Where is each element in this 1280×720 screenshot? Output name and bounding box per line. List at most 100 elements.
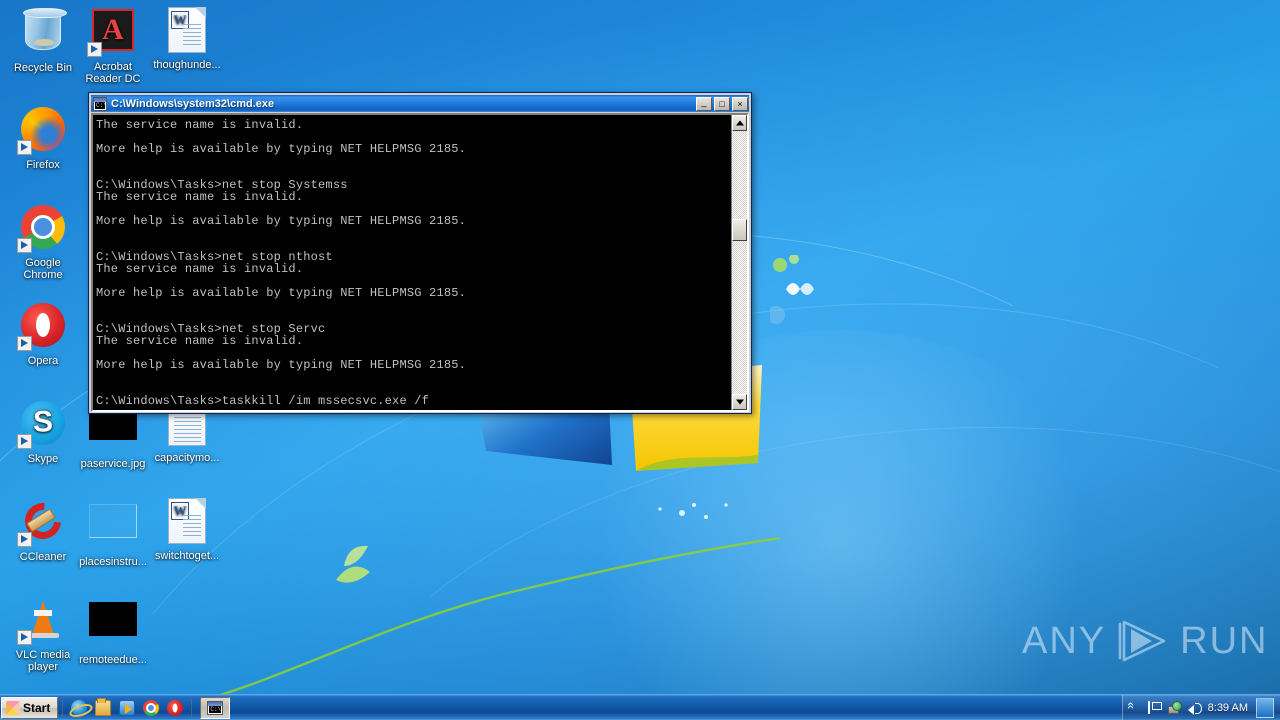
console-output[interactable]: The service name is invalid. More help i… bbox=[93, 115, 731, 410]
desktop-icon-acrobat-reader[interactable]: A Acrobat Reader DC bbox=[76, 6, 150, 85]
shortcut-arrow-icon bbox=[17, 336, 32, 351]
image-file-icon bbox=[89, 504, 137, 552]
minimize-icon: _ bbox=[701, 96, 707, 107]
system-tray[interactable]: 8:39 AM bbox=[1121, 694, 1280, 720]
acrobat-reader-icon: A bbox=[87, 9, 137, 57]
desktop-icon-label: VLC media player bbox=[15, 649, 71, 673]
desktop-icon-label: Opera bbox=[27, 355, 59, 367]
desktop-icon-google-chrome[interactable]: Google Chrome bbox=[6, 203, 80, 281]
console-line: C:\Windows\Tasks>taskkill /im mssecsvc.e… bbox=[96, 394, 430, 408]
clock[interactable]: 8:39 AM bbox=[1208, 702, 1248, 714]
console-line: The service name is invalid. bbox=[96, 262, 304, 276]
desktop-icon-label: thoughunde... bbox=[153, 59, 221, 71]
maximize-button[interactable]: □ bbox=[714, 96, 730, 111]
shortcut-arrow-icon bbox=[17, 630, 32, 645]
chevron-up-icon[interactable] bbox=[1128, 701, 1142, 715]
start-button[interactable]: Start bbox=[1, 696, 59, 719]
scrollbar-thumb[interactable] bbox=[732, 219, 747, 241]
desktop-icon-recycle-bin[interactable]: Recycle Bin bbox=[6, 6, 80, 74]
console-line: More help is available by typing NET HEL… bbox=[96, 358, 467, 372]
opera-icon bbox=[167, 699, 184, 716]
desktop-icon-label: Skype bbox=[27, 453, 59, 465]
network-icon[interactable] bbox=[1167, 701, 1182, 714]
windows-explorer-quicklaunch-button[interactable] bbox=[92, 697, 114, 719]
desktop-icon-switchtoget-doc[interactable]: W switchtoget... bbox=[150, 497, 224, 562]
desktop-icon-label: capacitymo... bbox=[154, 452, 220, 464]
recycle-bin-icon bbox=[19, 8, 67, 58]
watermark-text-run: RUN bbox=[1180, 619, 1269, 662]
desktop-icon-skype[interactable]: S Skype bbox=[6, 399, 80, 465]
internet-explorer-icon bbox=[71, 699, 88, 716]
shortcut-arrow-icon bbox=[17, 434, 32, 449]
desktop-icon-thoughunde-doc[interactable]: W thoughunde... bbox=[150, 6, 224, 71]
internet-explorer-quicklaunch-button[interactable] bbox=[68, 697, 90, 719]
desktop-icon-label: Firefox bbox=[26, 159, 60, 171]
desktop-icon-ccleaner[interactable]: CCleaner bbox=[6, 495, 80, 563]
cmd-window-body: The service name is invalid. More help i… bbox=[91, 113, 749, 412]
desktop-icon-vlc-media-player[interactable]: VLC media player bbox=[6, 595, 80, 673]
cmd-titlebar[interactable]: C:\ C:\Windows\system32\cmd.exe _ □ × bbox=[91, 95, 749, 112]
desktop-icon-firefox[interactable]: Firefox bbox=[6, 105, 80, 171]
desktop-icon-label: remoteedue... bbox=[79, 654, 147, 666]
desktop-icon-label: Google Chrome bbox=[23, 257, 63, 281]
quick-launch-bar[interactable] bbox=[67, 697, 187, 719]
task-button-area[interactable]: C:\ bbox=[200, 696, 1121, 719]
scroll-up-button[interactable] bbox=[732, 115, 747, 131]
tasks-separator bbox=[191, 698, 193, 717]
desktop-icon-label: CCleaner bbox=[19, 551, 67, 563]
show-desktop-button[interactable] bbox=[1256, 697, 1274, 718]
desktop-icon-remoteedue[interactable]: remoteedue... bbox=[76, 595, 150, 666]
console-line: The service name is invalid. bbox=[96, 118, 304, 132]
shortcut-arrow-icon bbox=[87, 42, 102, 57]
vlc-icon bbox=[17, 597, 67, 645]
word-document-icon: W bbox=[163, 498, 211, 546]
windows-media-player-quicklaunch-button[interactable] bbox=[116, 697, 138, 719]
console-icon: C:\ bbox=[207, 700, 224, 715]
desktop-icon-label: Acrobat Reader DC bbox=[85, 61, 141, 85]
opera-quicklaunch-button[interactable] bbox=[164, 697, 186, 719]
windows-explorer-icon bbox=[95, 697, 112, 716]
close-icon: × bbox=[737, 98, 743, 109]
windows-flag-icon bbox=[6, 700, 20, 715]
opera-icon bbox=[17, 303, 67, 351]
scrollbar-track[interactable] bbox=[732, 131, 747, 394]
scroll-down-icon bbox=[735, 399, 744, 405]
shortcut-arrow-icon bbox=[17, 140, 32, 155]
watermark-text-any: ANY bbox=[1022, 619, 1107, 662]
flag-icon[interactable] bbox=[1147, 700, 1162, 715]
minimize-button[interactable]: _ bbox=[696, 96, 712, 111]
firefox-icon bbox=[17, 107, 67, 155]
window-controls: _ □ × bbox=[696, 96, 748, 111]
word-document-icon: W bbox=[163, 7, 211, 55]
desktop-icon-placesinstru[interactable]: placesinstru... bbox=[76, 497, 150, 568]
image-file-icon bbox=[89, 602, 137, 650]
skype-icon: S bbox=[17, 401, 67, 449]
cmd-window-title: C:\Windows\system32\cmd.exe bbox=[111, 97, 275, 110]
desktop-icon-label: Recycle Bin bbox=[13, 62, 73, 74]
vertical-scrollbar[interactable] bbox=[731, 115, 747, 410]
desktop-icon-label: placesinstru... bbox=[79, 556, 147, 568]
google-chrome-quicklaunch-button[interactable] bbox=[140, 697, 162, 719]
console-line: More help is available by typing NET HEL… bbox=[96, 286, 467, 300]
cmd-task-button[interactable]: C:\ bbox=[200, 696, 231, 719]
volume-icon[interactable] bbox=[1187, 701, 1202, 715]
desktop[interactable]: Recycle Bin A Acrobat Reader DC W though… bbox=[0, 0, 1280, 720]
scroll-down-button[interactable] bbox=[732, 394, 747, 410]
quicklaunch-separator bbox=[62, 698, 64, 717]
desktop-icon-opera[interactable]: Opera bbox=[6, 301, 80, 367]
butterfly-icon bbox=[770, 255, 814, 324]
cmd-window[interactable]: C:\ C:\Windows\system32\cmd.exe _ □ × Th… bbox=[88, 92, 752, 414]
ccleaner-icon bbox=[17, 495, 69, 547]
close-button[interactable]: × bbox=[732, 96, 748, 111]
wallpaper-sweep-3 bbox=[294, 378, 1280, 720]
play-triangle-icon bbox=[1118, 620, 1166, 662]
console-line: The service name is invalid. bbox=[96, 190, 304, 204]
desktop-icon-label: switchtoget... bbox=[154, 550, 220, 562]
taskbar[interactable]: Start C:\ 8:39 AM bbox=[0, 694, 1280, 720]
console-icon: C:\ bbox=[93, 96, 107, 111]
maximize-icon: □ bbox=[719, 98, 725, 109]
desktop-icon-label: paservice.jpg bbox=[80, 458, 146, 470]
